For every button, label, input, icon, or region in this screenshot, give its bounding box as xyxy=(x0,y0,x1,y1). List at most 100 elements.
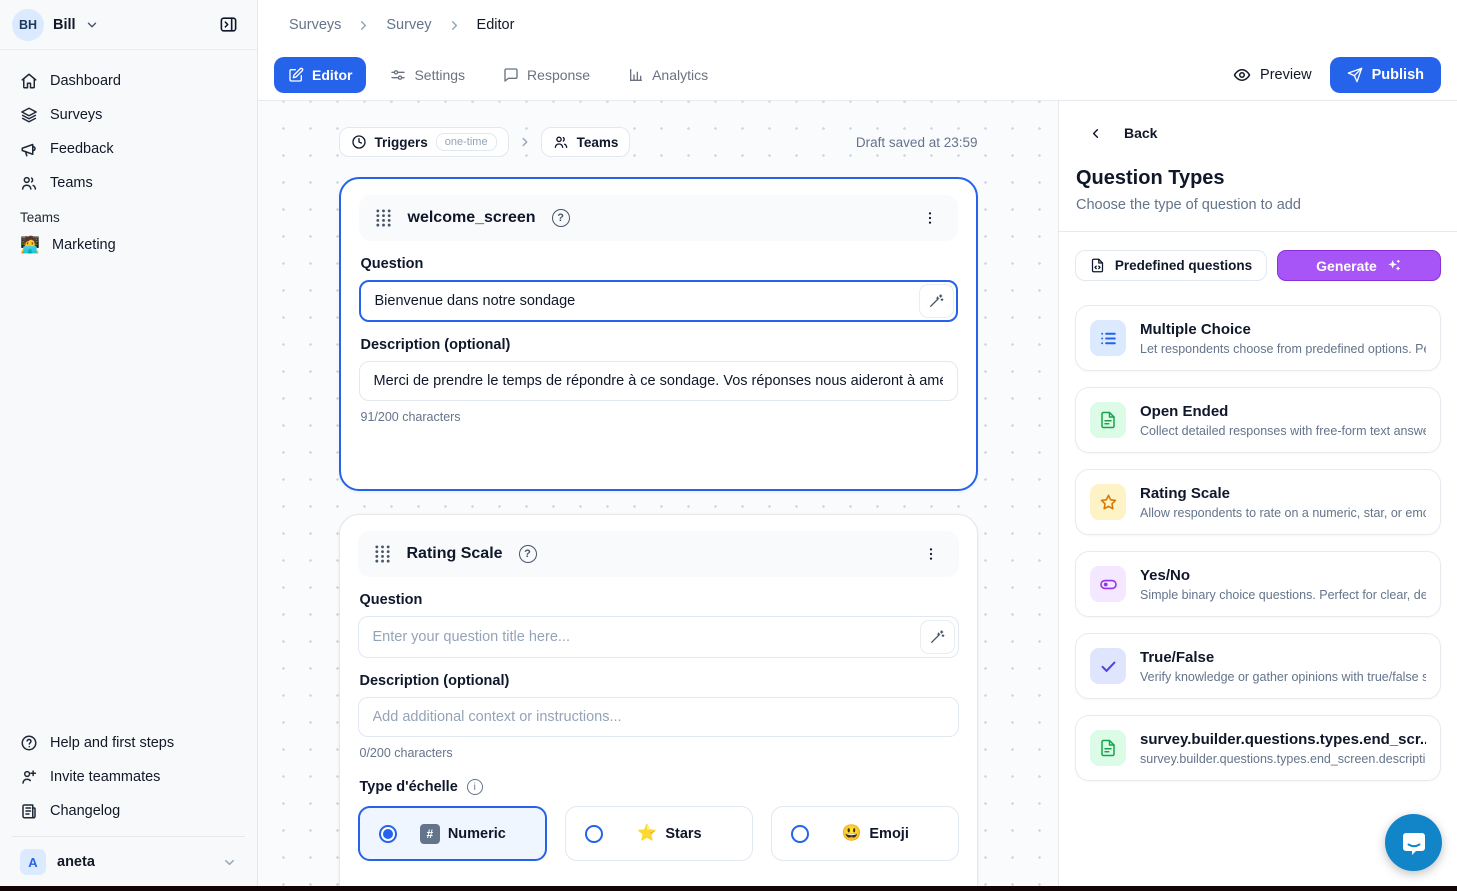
question-field-label: Question xyxy=(360,592,957,608)
radio-unselected-icon[interactable] xyxy=(585,825,603,843)
megaphone-icon xyxy=(20,140,38,158)
sidebar-item-invite[interactable]: Invite teammates xyxy=(12,760,245,794)
question-type-end-screen[interactable]: survey.builder.questions.types.end_scr..… xyxy=(1075,715,1441,781)
tab-editor[interactable]: Editor xyxy=(274,57,366,93)
sidebar-item-changelog[interactable]: Changelog xyxy=(12,794,245,828)
chevron-right-icon xyxy=(447,18,462,33)
question-title-input[interactable] xyxy=(358,616,959,658)
kebab-menu-icon[interactable] xyxy=(919,542,943,566)
chat-widget-button[interactable] xyxy=(1385,814,1442,871)
file-text-icon xyxy=(1090,730,1126,766)
description-field-label: Description (optional) xyxy=(361,337,956,353)
radio-unselected-icon[interactable] xyxy=(791,825,809,843)
sidebar-item-feedback[interactable]: Feedback xyxy=(12,132,245,166)
question-type-description: Let respondents choose from predefined o… xyxy=(1140,342,1426,356)
chevron-down-icon xyxy=(222,855,237,870)
sidebar-item-surveys[interactable]: Surveys xyxy=(12,98,245,132)
sidebar-section-teams: Teams xyxy=(12,200,245,227)
question-card-rating-scale[interactable]: Rating Scale ? Question xyxy=(339,514,978,891)
question-title-input[interactable] xyxy=(359,280,958,322)
predefined-questions-button[interactable]: Predefined questions xyxy=(1075,250,1267,281)
users-icon xyxy=(553,134,569,150)
question-type-open-ended[interactable]: Open Ended Collect detailed responses wi… xyxy=(1075,387,1441,453)
question-card-welcome-screen[interactable]: welcome_screen ? Question xyxy=(339,177,978,491)
panel-title: Question Types xyxy=(1075,167,1441,190)
question-card-header: Rating Scale ? xyxy=(358,531,959,577)
scale-option-label: Stars xyxy=(665,826,701,842)
trigger-type-badge: one-time xyxy=(436,133,497,151)
question-description-input[interactable] xyxy=(359,361,958,401)
sidebar-nav: Dashboard Surveys Feedback Teams xyxy=(0,50,257,263)
home-icon xyxy=(20,72,38,90)
user-plus-icon xyxy=(20,768,38,786)
question-type-rating-scale[interactable]: Rating Scale Allow respondents to rate o… xyxy=(1075,469,1441,535)
tab-label: Analytics xyxy=(652,67,708,83)
help-circle-icon: ? xyxy=(552,209,570,227)
back-button[interactable]: Back xyxy=(1075,125,1441,141)
check-icon xyxy=(1090,648,1126,684)
sidebar-item-teams[interactable]: Teams xyxy=(12,166,245,200)
preview-button[interactable]: Preview xyxy=(1233,66,1312,84)
question-type-description: Verify knowledge or gather opinions with… xyxy=(1140,670,1426,684)
tab-settings[interactable]: Settings xyxy=(376,57,479,93)
chevron-down-icon xyxy=(85,18,99,32)
scale-option-stars[interactable]: ⭐ Stars xyxy=(565,806,753,861)
editor-toolbar: Editor Settings Response Analytics Previ… xyxy=(258,50,1457,101)
breadcrumb-surveys[interactable]: Surveys xyxy=(289,17,341,33)
sidebar-item-help[interactable]: Help and first steps xyxy=(12,726,245,760)
sidebar-item-label: Dashboard xyxy=(50,73,121,89)
scale-option-emoji[interactable]: 😃 Emoji xyxy=(771,806,959,861)
divider xyxy=(1059,231,1457,232)
file-code-icon xyxy=(1090,258,1105,273)
teams-pill[interactable]: Teams xyxy=(541,127,631,157)
sidebar-item-label: Help and first steps xyxy=(50,735,174,751)
tab-label: Response xyxy=(527,67,590,83)
question-card-title: Rating Scale xyxy=(407,545,503,563)
window-bottom-edge xyxy=(0,886,1457,891)
question-field-label: Question xyxy=(361,256,956,272)
preview-label: Preview xyxy=(1260,67,1312,83)
question-description-input[interactable] xyxy=(358,697,959,737)
description-field-label: Description (optional) xyxy=(360,673,957,689)
question-card-title: welcome_screen xyxy=(408,209,536,227)
account-avatar: A xyxy=(20,849,46,875)
breadcrumb: Surveys Survey Editor xyxy=(258,0,1457,50)
question-type-description: Collect detailed responses with free-for… xyxy=(1140,424,1426,438)
team-label: Marketing xyxy=(52,237,116,253)
sidebar-team-marketing[interactable]: 🧑‍💻 Marketing xyxy=(12,227,245,263)
drag-handle-icon[interactable] xyxy=(375,208,392,228)
question-type-yes-no[interactable]: Yes/No Simple binary choice questions. P… xyxy=(1075,551,1441,617)
question-type-title: survey.builder.questions.types.end_scr..… xyxy=(1140,731,1426,748)
sidebar-item-dashboard[interactable]: Dashboard xyxy=(12,64,245,98)
sidebar-toggle-icon[interactable] xyxy=(213,10,243,40)
breadcrumb-editor: Editor xyxy=(477,17,515,33)
main-area: Surveys Survey Editor Editor Settings Re… xyxy=(258,0,1457,891)
question-type-description: survey.builder.questions.types.end_scree… xyxy=(1140,752,1426,766)
bar-chart-icon xyxy=(628,67,644,83)
sidebar-item-label: Feedback xyxy=(50,141,114,157)
publish-button[interactable]: Publish xyxy=(1330,57,1441,93)
publish-label: Publish xyxy=(1372,67,1424,83)
scale-option-label: Numeric xyxy=(448,826,506,842)
radio-selected-icon[interactable] xyxy=(379,825,397,843)
tab-response[interactable]: Response xyxy=(489,57,604,93)
magic-wand-icon[interactable] xyxy=(920,620,955,654)
chat-bubble-icon xyxy=(503,67,519,83)
triggers-pill[interactable]: Triggers one-time xyxy=(339,127,509,157)
list-icon xyxy=(1090,320,1126,356)
account-name: aneta xyxy=(57,854,95,870)
kebab-menu-icon[interactable] xyxy=(918,206,942,230)
question-type-true-false[interactable]: True/False Verify knowledge or gather op… xyxy=(1075,633,1441,699)
generate-button[interactable]: Generate xyxy=(1277,250,1441,281)
magic-wand-icon[interactable] xyxy=(919,284,954,318)
account-switcher[interactable]: A aneta xyxy=(12,836,245,881)
breadcrumb-survey[interactable]: Survey xyxy=(386,17,431,33)
sidebar: BH Bill Dashboard Surveys xyxy=(0,0,258,891)
tab-analytics[interactable]: Analytics xyxy=(614,57,722,93)
question-type-multiple-choice[interactable]: Multiple Choice Let respondents choose f… xyxy=(1075,305,1441,371)
eye-icon xyxy=(1233,66,1251,84)
workspace-switcher[interactable]: BH Bill xyxy=(0,0,257,50)
drag-handle-icon[interactable] xyxy=(374,544,391,564)
scale-option-numeric[interactable]: # Numeric xyxy=(358,806,548,861)
predefined-questions-label: Predefined questions xyxy=(1115,258,1252,273)
